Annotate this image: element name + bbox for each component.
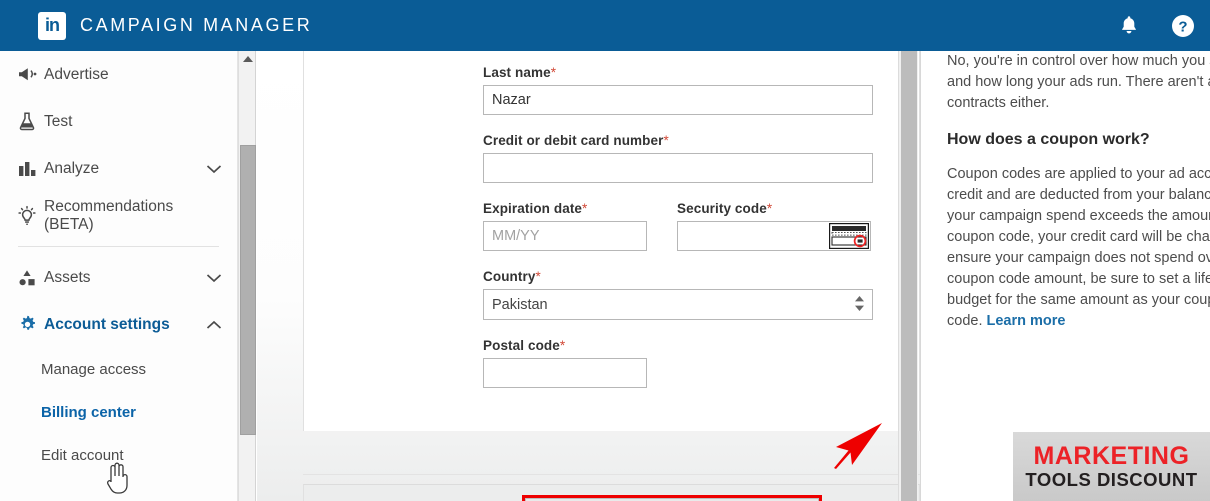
expiration-security-row: Expiration date* Security code*: [483, 201, 919, 251]
campaign-manager-page: in CAMPAIGN MANAGER ? Advertise Test Ana…: [0, 0, 1210, 501]
postal-code-label: Postal code*: [483, 338, 566, 353]
chevron-down-icon[interactable]: [205, 273, 223, 283]
sidebar-item-test[interactable]: Test: [0, 98, 237, 145]
field-security-code: Security code*: [677, 201, 871, 251]
help-circle-icon[interactable]: ?: [1170, 13, 1196, 39]
sidebar-item-label: Analyze: [44, 159, 100, 177]
country-label: Country*: [483, 269, 541, 284]
sidebar-item-label: Assets: [44, 268, 91, 286]
last-name-input[interactable]: [483, 85, 873, 115]
learn-more-link[interactable]: Learn more: [987, 313, 1066, 329]
expiration-date-input[interactable]: [483, 221, 647, 251]
info-paragraph-2: Coupon codes are applied to your ad acco…: [947, 164, 1210, 332]
coupon-code-input-highlight: [522, 495, 823, 501]
card-number-input[interactable]: [483, 153, 873, 183]
security-code-input[interactable]: [677, 221, 871, 251]
sidebar-item-label: Test: [44, 112, 73, 130]
marketing-tools-discount-watermark: MARKETING TOOLS DISCOUNT: [1013, 432, 1210, 501]
country-select-wrapper: Pakistan: [483, 289, 873, 320]
bell-icon[interactable]: [1116, 13, 1142, 39]
last-name-label: Last name*: [483, 65, 557, 80]
field-expiration-date: Expiration date*: [483, 201, 647, 251]
sidebar-item-label: Recommendations (BETA): [44, 197, 174, 233]
svg-text:?: ?: [1178, 18, 1187, 35]
info-heading: How does a coupon work?: [947, 131, 1150, 148]
page-title: CAMPAIGN MANAGER: [80, 15, 313, 35]
top-header-bar: in CAMPAIGN MANAGER ?: [0, 0, 1210, 51]
payment-form-card: Last name* Credit or debit card number* …: [303, 51, 920, 431]
sidebar-item-label: Account settings: [44, 315, 170, 333]
brand[interactable]: in CAMPAIGN MANAGER: [38, 11, 313, 40]
card-number-label: Credit or debit card number*: [483, 133, 669, 148]
sidebar-item-account-settings[interactable]: Account settings: [0, 301, 237, 348]
flask-icon: [10, 111, 44, 132]
section-divider: [303, 474, 920, 475]
sidebar-scrollbar[interactable]: [238, 51, 256, 501]
security-code-label: Security code*: [677, 201, 773, 216]
main-content: Last name* Credit or debit card number* …: [257, 51, 920, 501]
required-asterisk: *: [663, 133, 669, 148]
field-postal-code: Postal code*: [483, 338, 919, 388]
field-card-number: Credit or debit card number*: [483, 133, 919, 183]
security-code-wrapper: [677, 221, 871, 251]
field-country: Country* Pakistan: [483, 269, 919, 320]
sidebar-item-assets[interactable]: Assets: [0, 254, 237, 301]
watermark-line-2: TOOLS DISCOUNT: [1025, 469, 1198, 490]
gear-icon: [10, 314, 44, 335]
required-asterisk: *: [535, 269, 541, 284]
field-last-name: Last name*: [483, 65, 919, 115]
scrollbar-thumb[interactable]: [901, 51, 917, 501]
required-asterisk: *: [550, 65, 557, 80]
info-paragraph-1: No, you're in control over how much you …: [947, 53, 1210, 111]
bar-chart-icon: [10, 160, 44, 178]
required-asterisk: *: [766, 201, 773, 216]
required-asterisk: *: [559, 338, 566, 353]
country-select[interactable]: Pakistan: [483, 289, 873, 320]
info-paragraph-2-text: Coupon codes are applied to your ad acco…: [947, 166, 1210, 329]
watermark-line-1: MARKETING: [1033, 442, 1190, 470]
coupon-code-row: Coupon code (optional) ? Apply: [303, 484, 920, 501]
info-panel-content: No, you're in control over how much you …: [921, 51, 1210, 332]
sidebar-subitem-manage-access[interactable]: Manage access: [0, 348, 237, 391]
postal-code-input[interactable]: [483, 358, 647, 388]
header-actions: ?: [1116, 0, 1210, 51]
sidebar-item-analyze[interactable]: Analyze: [0, 145, 237, 192]
sidebar-item-label: Advertise: [44, 65, 109, 83]
sidebar-item-recommendations[interactable]: Recommendations (BETA): [0, 192, 237, 239]
main-scrollbar[interactable]: [898, 51, 918, 501]
scrollbar-thumb[interactable]: [240, 145, 256, 435]
expiration-date-label: Expiration date*: [483, 201, 588, 216]
required-asterisk: *: [582, 201, 588, 216]
linkedin-logo-icon: in: [38, 11, 66, 40]
chevron-up-icon[interactable]: [205, 320, 223, 330]
scroll-up-arrow-icon[interactable]: [239, 51, 257, 67]
sidebar-subitem-edit-account[interactable]: Edit account: [0, 434, 237, 477]
sidebar-divider: [18, 246, 219, 247]
sidebar-navigation: Advertise Test Analyze Recommendations (…: [0, 51, 238, 501]
lightbulb-icon: [10, 205, 44, 226]
sidebar-subitem-billing-center[interactable]: Billing center: [0, 391, 237, 434]
shapes-icon: [10, 268, 44, 288]
chevron-down-icon[interactable]: [205, 164, 223, 174]
megaphone-icon: [10, 65, 44, 84]
sidebar-item-advertise[interactable]: Advertise: [0, 51, 237, 98]
